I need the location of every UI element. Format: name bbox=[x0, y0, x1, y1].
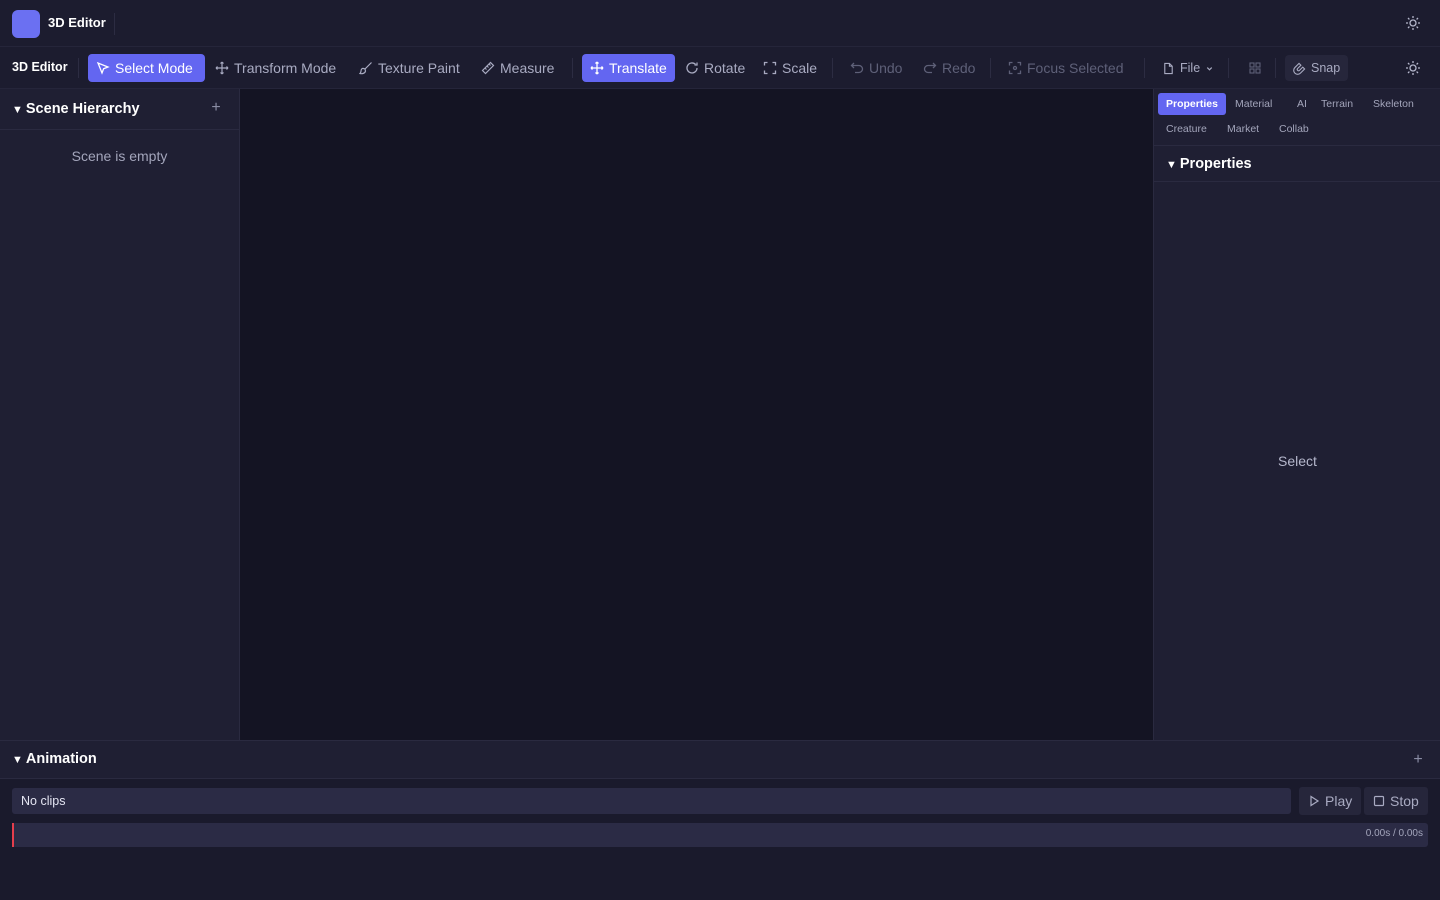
caret-down-icon: ▼ bbox=[12, 104, 23, 116]
sun-icon bbox=[1406, 16, 1420, 30]
settings-button[interactable] bbox=[1399, 54, 1427, 82]
properties-placeholder: Select bbox=[1278, 453, 1317, 469]
stop-label: Stop bbox=[1390, 793, 1419, 809]
scene-hierarchy-panel: ▼ Scene Hierarchy + Scene is empty bbox=[0, 89, 240, 740]
inspector-panel: Properties Material AI Terrain Skeleton … bbox=[1153, 89, 1440, 740]
animation-timeline[interactable]: 0.00s / 0.00s bbox=[12, 823, 1428, 847]
file-icon bbox=[1164, 62, 1173, 74]
caret-down-icon: ▼ bbox=[12, 754, 23, 766]
select-mode-label: Select Mode bbox=[115, 60, 193, 76]
theme-toggle-button[interactable] bbox=[1399, 9, 1427, 37]
snap-toggle-button[interactable]: Snap bbox=[1285, 55, 1349, 81]
undo-icon bbox=[850, 62, 864, 74]
file-menu-label: File bbox=[1180, 61, 1201, 75]
focus-selected-label: Focus Selected bbox=[1027, 60, 1124, 76]
grid-toggle-button[interactable] bbox=[1240, 54, 1270, 82]
timeline-playhead[interactable] bbox=[12, 823, 14, 847]
grid-icon bbox=[1249, 62, 1261, 74]
tab-properties[interactable]: Properties bbox=[1158, 93, 1226, 115]
texture-paint-button[interactable]: Texture Paint bbox=[351, 54, 468, 82]
tab-terrain[interactable]: Terrain bbox=[1313, 93, 1361, 115]
animation-header[interactable]: ▼ Animation + bbox=[0, 741, 1440, 779]
translate-button[interactable]: Translate bbox=[582, 54, 675, 82]
toolbar-separator bbox=[1275, 58, 1276, 78]
add-clip-button[interactable]: + bbox=[1410, 752, 1426, 768]
play-button[interactable]: Play bbox=[1299, 787, 1362, 815]
clip-select[interactable]: No clips bbox=[12, 788, 1291, 814]
tab-skeleton[interactable]: Skeleton bbox=[1365, 93, 1422, 115]
animation-title: ▼ Animation bbox=[12, 751, 97, 767]
app-logo bbox=[12, 10, 40, 38]
redo-button[interactable]: Redo bbox=[915, 54, 983, 82]
cursor-arrow-icon bbox=[96, 61, 110, 75]
tab-market[interactable]: Market bbox=[1219, 118, 1267, 140]
tab-creature[interactable]: Creature bbox=[1158, 118, 1215, 140]
plus-icon: + bbox=[1413, 751, 1423, 768]
tab-collab[interactable]: Collab bbox=[1271, 118, 1317, 140]
chevron-down-icon bbox=[1206, 66, 1213, 71]
rotate-icon bbox=[686, 62, 698, 74]
toolbar: 3D Editor Select Mode Transform Mode Tex… bbox=[0, 47, 1440, 89]
toolbar-separator bbox=[1144, 58, 1145, 78]
undo-button[interactable]: Undo bbox=[842, 54, 910, 82]
translate-label: Translate bbox=[609, 60, 667, 76]
tab-ai[interactable]: AI bbox=[1289, 93, 1315, 115]
move-arrows-icon bbox=[215, 61, 229, 75]
transform-mode-button[interactable]: Transform Mode bbox=[207, 54, 344, 82]
toolbar-separator bbox=[572, 58, 573, 78]
measure-button[interactable]: Measure bbox=[473, 54, 562, 82]
tab-material[interactable]: Material bbox=[1227, 93, 1280, 115]
toolbar-separator bbox=[990, 58, 991, 78]
focus-selected-button[interactable]: Focus Selected bbox=[1000, 54, 1132, 82]
file-menu-button[interactable]: File bbox=[1154, 55, 1222, 81]
scene-empty-message: Scene is empty bbox=[71, 148, 168, 164]
scene-hierarchy-title: ▼ Scene Hierarchy bbox=[12, 101, 140, 117]
title-bar: 3D Editor bbox=[0, 0, 1440, 47]
scale-label: Scale bbox=[782, 60, 818, 76]
divider bbox=[114, 13, 115, 35]
move-arrows-icon bbox=[590, 61, 604, 75]
snap-label: Snap bbox=[1311, 61, 1341, 75]
transform-mode-label: Transform Mode bbox=[234, 60, 337, 76]
magnet-icon bbox=[1293, 62, 1306, 75]
rotate-button[interactable]: Rotate bbox=[677, 54, 753, 82]
paintbrush-icon bbox=[359, 62, 372, 75]
undo-label: Undo bbox=[869, 60, 903, 76]
rotate-label: Rotate bbox=[704, 60, 746, 76]
focus-icon bbox=[1008, 61, 1022, 75]
toolbar-separator bbox=[78, 58, 79, 78]
redo-label: Redo bbox=[942, 60, 976, 76]
ruler-icon bbox=[481, 61, 495, 75]
scale-button[interactable]: Scale bbox=[755, 54, 825, 82]
add-object-button[interactable]: + bbox=[208, 100, 224, 116]
plus-icon: + bbox=[211, 99, 221, 116]
measure-label: Measure bbox=[500, 60, 555, 76]
toolbar-separator bbox=[1228, 58, 1229, 78]
toolbar-separator bbox=[832, 58, 833, 78]
properties-section-title: ▼ Properties bbox=[1166, 156, 1252, 172]
sun-icon bbox=[1406, 61, 1420, 75]
toolbar-brand: 3D Editor bbox=[12, 60, 68, 74]
app-title: 3D Editor bbox=[48, 15, 106, 30]
texture-paint-label: Texture Paint bbox=[378, 60, 460, 76]
stop-button[interactable]: Stop bbox=[1364, 787, 1428, 815]
animation-panel: ▼ Animation + No clips Play Stop 0.00s / … bbox=[0, 740, 1440, 900]
scale-icon bbox=[763, 61, 777, 75]
properties-section-header[interactable]: ▼ Properties bbox=[1154, 146, 1440, 182]
scene-hierarchy-header[interactable]: ▼ Scene Hierarchy + bbox=[0, 89, 239, 130]
3d-viewport[interactable] bbox=[240, 89, 1153, 740]
time-readout: 0.00s / 0.00s bbox=[1365, 828, 1423, 839]
play-label: Play bbox=[1325, 793, 1353, 809]
caret-down-icon: ▼ bbox=[1166, 159, 1177, 171]
redo-icon bbox=[923, 62, 937, 74]
play-icon bbox=[1310, 795, 1320, 807]
select-mode-button[interactable]: Select Mode bbox=[88, 54, 205, 82]
stop-icon bbox=[1373, 795, 1385, 807]
